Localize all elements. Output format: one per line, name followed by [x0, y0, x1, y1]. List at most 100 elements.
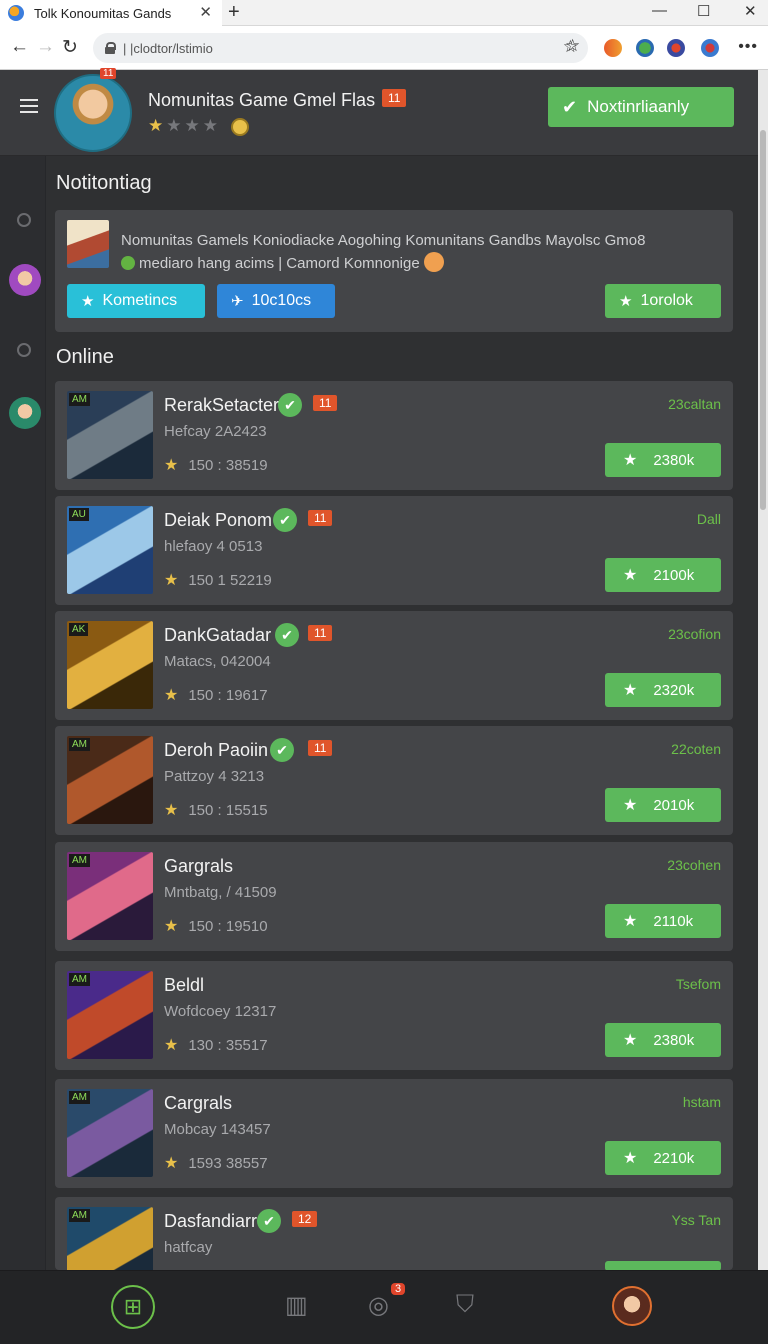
star-icon: ★ [164, 802, 179, 819]
close-window-icon[interactable]: ✕ [744, 2, 757, 20]
game-stat-value: 150 1 52219 [188, 572, 272, 589]
game-list-item[interactable]: AM Cargrals Mobcay 143457 ★ 1593 38557 hstam ★… [55, 1079, 733, 1188]
close-tab-icon[interactable]: ✕ [199, 3, 212, 21]
browser-tab[interactable]: Tolk Konoumitas Gands ✕ [0, 0, 222, 26]
game-status: Yss Tan [671, 1212, 721, 1228]
checkmark-icon: ✔ [562, 96, 578, 117]
star-icon: ★ [623, 913, 638, 930]
tab-title: Tolk Konoumitas Gands [34, 5, 172, 21]
game-action-button[interactable]: ★ 2320k [605, 673, 721, 707]
game-badge: 11 [308, 740, 333, 756]
star-icon: ★ [623, 1032, 638, 1049]
game-stat-value: 130 : 35517 [188, 1037, 268, 1054]
game-name[interactable]: Dasfandiarr [164, 1211, 257, 1232]
notification-line-2-row: mediaro hang acims | Camord Komnonige [121, 252, 721, 275]
notification-count-badge: 3 [391, 1283, 406, 1295]
game-list-item[interactable]: AU Deiak Ponom ✔ 11 hlefaoy 4 0513 ★ 150 1 522… [55, 496, 733, 605]
address-bar[interactable]: | |clodtor/lstimio ☆ [93, 33, 588, 63]
rail-settings-icon[interactable] [17, 343, 31, 357]
notify-button-label: Noxtinrliaanly [587, 97, 690, 116]
game-stat-value: 150 : 38519 [188, 457, 268, 474]
scroll-thumb[interactable] [760, 130, 766, 510]
rail-globe-icon[interactable] [17, 213, 31, 227]
app-header: 11 Nomunitas Game Gmel Flas 11 ★★★★ ✔ No… [0, 68, 760, 156]
rail-avatar[interactable] [9, 397, 41, 429]
browser-menu-icon[interactable]: ••• [738, 38, 758, 56]
game-action-button[interactable]: ★ 2380k [605, 443, 721, 477]
follow-label: 1orolok [640, 292, 693, 309]
game-list-item[interactable]: AM Beldl Wofdcoey 12317 ★ 130 : 35517 Tsefom ★… [55, 961, 733, 1070]
game-name[interactable]: Gargrals [164, 856, 233, 877]
game-list-item[interactable]: AM Gargrals Mntbatg, / 41509 ★ 150 : 19510 23… [55, 842, 733, 951]
star-icon: ★ [184, 116, 203, 135]
home-nav-icon[interactable]: ⊞ [111, 1285, 155, 1329]
follow-button[interactable]: ★ 1orolok [605, 284, 721, 318]
rail-avatar[interactable] [9, 264, 41, 296]
notify-button[interactable]: ✔ Noxtinrliaanly [548, 87, 734, 127]
library-nav-icon[interactable]: ▥ [285, 1291, 308, 1320]
extension-icon[interactable] [701, 39, 719, 57]
star-icon: ★ [166, 116, 185, 135]
game-thumbnail: AM [67, 391, 153, 479]
notifications-nav-icon[interactable]: ◎ [368, 1291, 389, 1320]
reading-list-icon[interactable]: ☆ [565, 36, 580, 56]
extension-icon[interactable] [636, 39, 654, 57]
game-action-label: 2320k [653, 681, 695, 699]
hamburger-menu-icon[interactable] [20, 99, 38, 113]
game-stat-value: 150 : 19617 [188, 687, 268, 704]
game-list-item[interactable]: AK DankGatadar ✔ 11 Matacs, 042004 ★ 150 : 196… [55, 611, 733, 720]
game-name[interactable]: DankGatadar [164, 625, 271, 646]
star-icon: ★ [623, 797, 638, 814]
scrollbar[interactable] [758, 70, 768, 1270]
game-name[interactable]: Deiak Ponom [164, 510, 272, 531]
game-subtitle: Pattzoy 4 3213 [164, 768, 265, 785]
game-action-label: 2010k [653, 796, 695, 814]
profile-avatar[interactable] [54, 74, 132, 152]
game-status: 22coten [671, 741, 721, 757]
kometincs-button[interactable]: ★ Kometincs [67, 284, 205, 318]
game-status: 23cohen [667, 857, 721, 873]
browser-tab-bar: Tolk Konoumitas Gands ✕ + — ☐ ✕ [0, 0, 768, 26]
lock-icon [105, 42, 116, 54]
extension-icon[interactable] [667, 39, 685, 57]
game-action-label: 2100k [653, 566, 695, 584]
game-action-button[interactable]: ★ 2210k [605, 1141, 721, 1175]
emoji-icon [423, 252, 444, 272]
game-action-button[interactable]: ★ 2110k [605, 904, 721, 938]
notification-card[interactable]: Nomunitas Gamels Koniodiacke Aogohing Ko… [55, 210, 733, 332]
minimize-icon[interactable]: — [652, 2, 667, 19]
game-action-button[interactable]: ★ 2010k [605, 788, 721, 822]
game-action-button[interactable]: ★ 2100k [605, 558, 721, 592]
profile-nav-avatar[interactable] [612, 1286, 652, 1326]
new-tab-icon[interactable]: + [228, 0, 240, 24]
bottom-nav: ⊞ ▥ ◎ 3 ⛉ [0, 1270, 768, 1344]
star-icon: ★ [164, 457, 179, 474]
game-stat: ★ 130 : 35517 [164, 1035, 268, 1055]
game-action-button[interactable]: ★ 2380k [605, 1023, 721, 1057]
notification-thumbnail [67, 220, 109, 268]
game-list-item[interactable]: AM RerakSetacter ✔ 11 Hefcay 2A2423 ★ 150 : 38… [55, 381, 733, 490]
game-name[interactable]: Cargrals [164, 1093, 232, 1114]
game-name[interactable]: RerakSetacter [164, 395, 279, 416]
back-icon[interactable]: ← [10, 36, 29, 58]
game-subtitle: hatfcay [164, 1239, 213, 1256]
share-button[interactable]: ✈ 10c10cs [217, 284, 335, 318]
game-name[interactable]: Beldl [164, 975, 204, 996]
verified-check-icon: ✔ [275, 623, 299, 647]
game-list-item[interactable]: AM Dasfandiarr ✔ 12 hatfcay Yss Tan [55, 1197, 733, 1295]
extension-icon[interactable] [604, 39, 622, 57]
game-subtitle: Matacs, 042004 [164, 653, 271, 670]
forward-icon[interactable]: → [36, 36, 55, 58]
star-icon: ★ [623, 1150, 638, 1167]
star-icon: ★ [81, 293, 95, 310]
shield-nav-icon[interactable]: ⛉ [456, 1291, 474, 1319]
reload-icon[interactable]: ↻ [62, 36, 78, 59]
thumbnail-tag: AM [69, 1091, 90, 1104]
game-subtitle: Mobcay 143457 [164, 1121, 271, 1138]
game-list-item[interactable]: AM Deroh Paoiin ✔ 11 Pattzoy 4 3213 ★ 150 : 15… [55, 726, 733, 835]
game-name[interactable]: Deroh Paoiin [164, 740, 268, 761]
thumbnail-tag: AK [69, 623, 89, 636]
thumbnail-tag: AU [69, 508, 89, 521]
star-icon: ★ [202, 116, 221, 135]
maximize-icon[interactable]: ☐ [697, 2, 710, 20]
